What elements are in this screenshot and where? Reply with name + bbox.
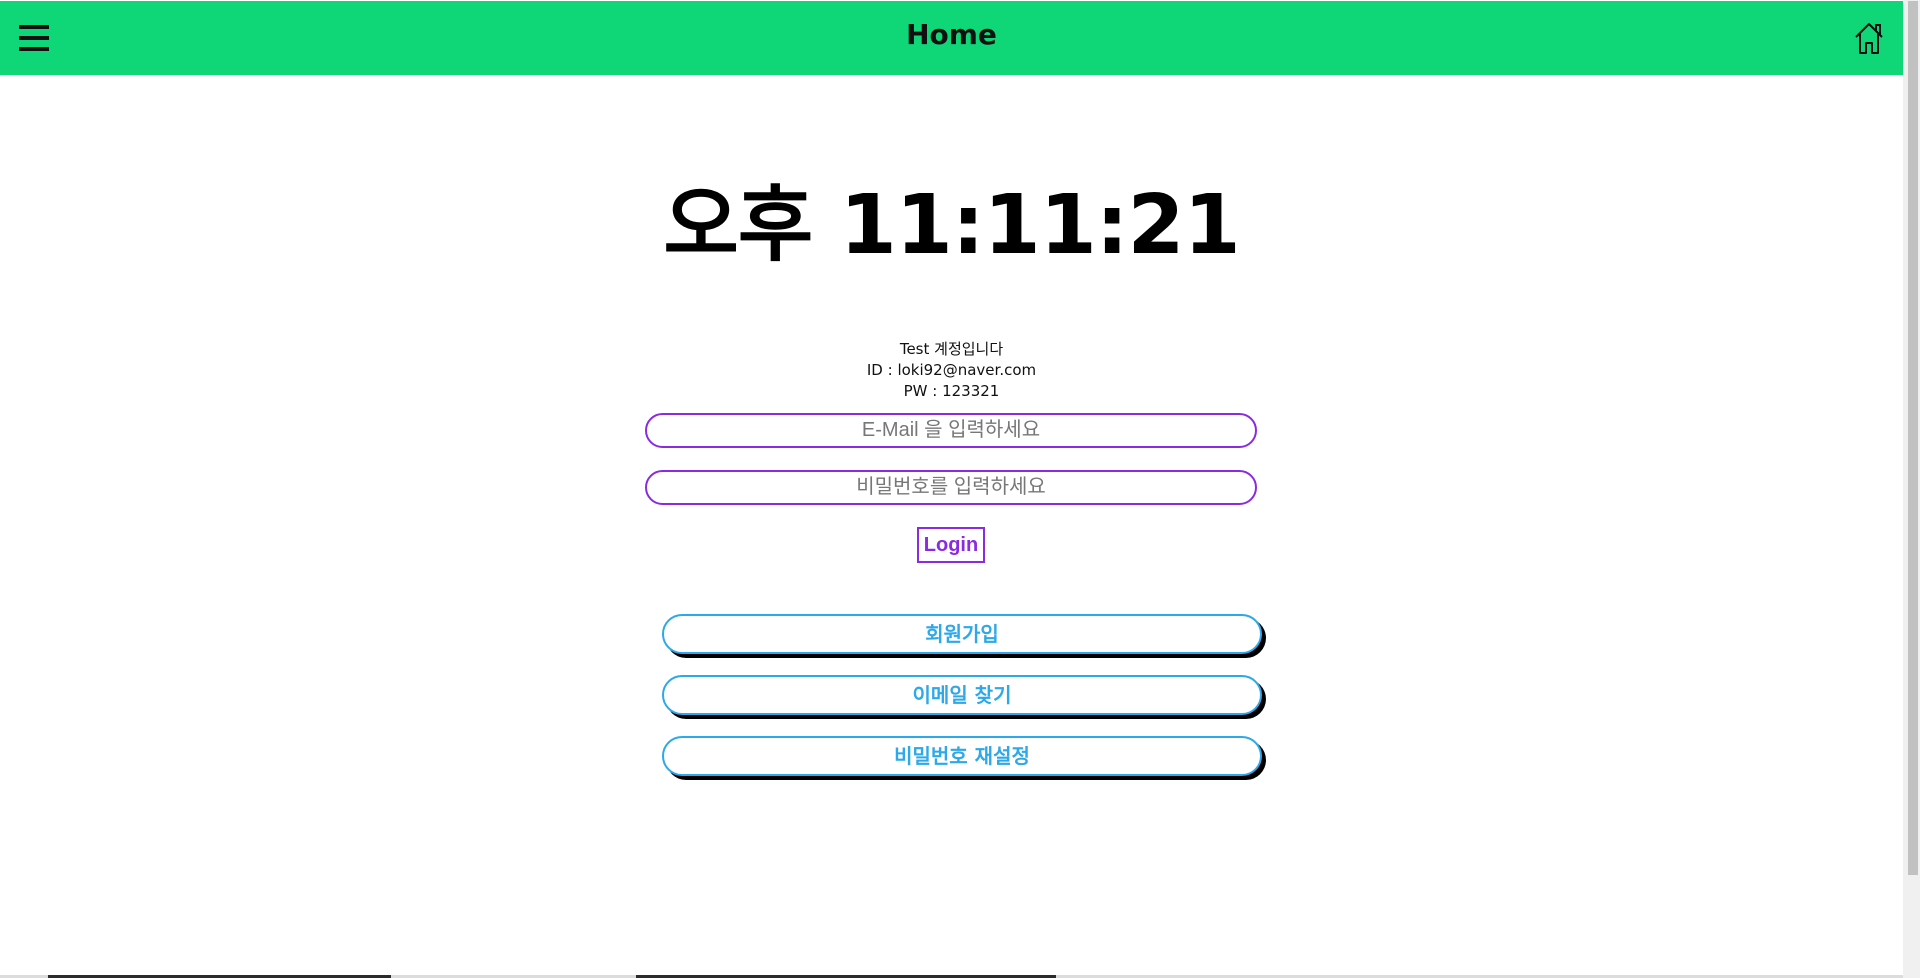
test-account-notice: Test 계정입니다 [899,340,1004,358]
test-account-id: ID : loki92@naver.com [866,361,1037,379]
find-email-button[interactable]: 이메일 찾기 [662,675,1262,715]
browser-viewport: Home 오후 11:11:21 Test 계정입니다 ID : loki92@… [0,0,1920,978]
page-title: Home [906,18,997,51]
signup-button[interactable]: 회원가입 [662,614,1262,654]
home-icon [1855,23,1883,54]
vertical-scrollbar[interactable] [1903,0,1920,978]
test-account-info: Test 계정입니다 ID : loki92@naver.com PW : 12… [0,339,1903,402]
test-account-password: PW : 123321 [903,382,1000,400]
top-navigation-bar: Home [0,1,1903,75]
page: Home 오후 11:11:21 Test 계정입니다 ID : loki92@… [0,0,1903,975]
home-button[interactable] [1849,18,1889,58]
password-input[interactable] [645,470,1257,505]
scrollbar-thumb[interactable] [1908,1,1918,875]
current-time-clock: 오후 11:11:21 [663,178,1240,273]
email-input[interactable] [645,413,1257,448]
login-button[interactable]: Login [917,527,985,563]
reset-password-button[interactable]: 비밀번호 재설정 [662,736,1262,776]
